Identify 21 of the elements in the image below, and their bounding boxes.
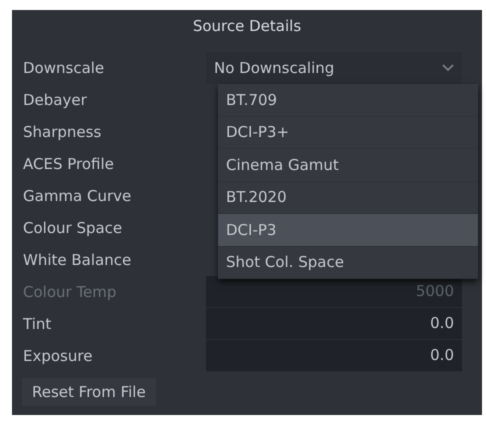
- field-label: White Balance: [22, 250, 132, 271]
- number-field[interactable]: 0.0: [206, 308, 462, 340]
- field-label: Colour Temp: [22, 282, 118, 303]
- field-label: Sharpness: [22, 122, 102, 143]
- panel-title: Source Details: [192, 16, 302, 37]
- number-field[interactable]: 0.0: [206, 340, 462, 372]
- field-label: Downscale: [22, 58, 106, 79]
- menu-item[interactable]: DCI-P3: [218, 214, 478, 246]
- menu-item[interactable]: BT.709: [218, 84, 478, 116]
- reset-button[interactable]: Reset From File: [22, 378, 156, 406]
- field-label: Exposure: [22, 346, 94, 367]
- menu-item[interactable]: DCI-P3+: [218, 116, 478, 149]
- dropdown[interactable]: No Downscaling: [206, 52, 462, 84]
- field-label: ACES Profile: [22, 154, 115, 175]
- menu-item[interactable]: Shot Col. Space: [218, 246, 478, 279]
- chevron-down-icon: [442, 64, 454, 72]
- menu-item[interactable]: Cinema Gamut: [218, 149, 478, 182]
- field-label: Debayer: [22, 90, 88, 111]
- field-label: Colour Space: [22, 218, 124, 239]
- field-label: Gamma Curve: [22, 186, 132, 207]
- field-label: Tint: [22, 314, 52, 335]
